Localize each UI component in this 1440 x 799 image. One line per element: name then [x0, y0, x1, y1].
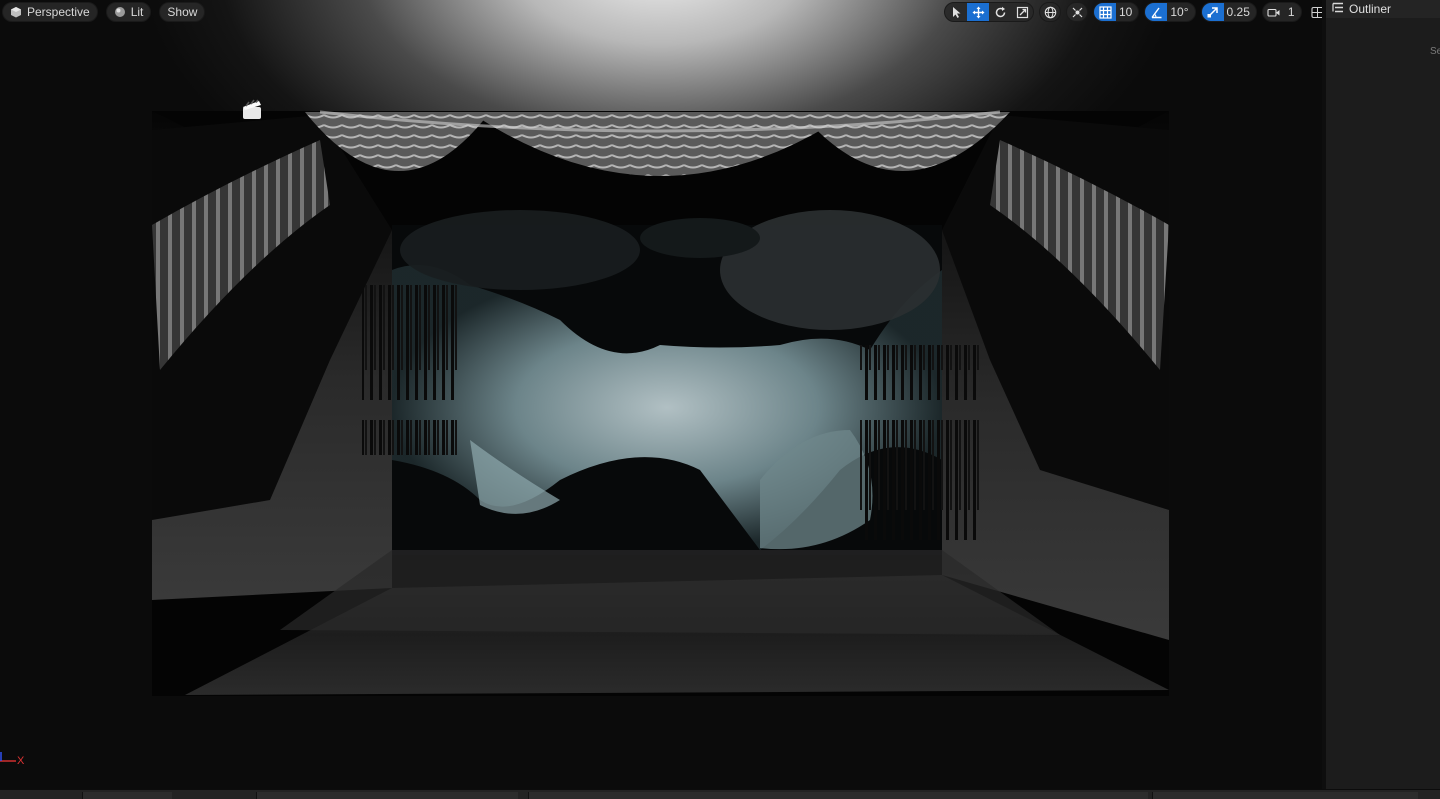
outliner-search-hint[interactable]: Se: [1430, 46, 1440, 57]
world-globe-icon: [1044, 6, 1056, 18]
scale-snap-toggle[interactable]: [1201, 3, 1224, 21]
scale-snap-group[interactable]: 0.25: [1200, 2, 1257, 22]
lighting-mode-label: Lit: [130, 5, 144, 19]
viewport-left-toolbar: Perspective Lit Show: [2, 2, 206, 22]
bottom-status-bar: [0, 789, 1440, 799]
outliner-panel: Outliner Se: [1322, 0, 1440, 789]
grid-snap-group[interactable]: 10: [1093, 2, 1140, 22]
view-mode-label: Perspective: [27, 5, 90, 19]
rotation-snap-group[interactable]: 10°: [1144, 2, 1196, 22]
show-label: Show: [167, 5, 198, 19]
grid-snap-value[interactable]: 10: [1116, 5, 1138, 19]
surface-snap-toggle[interactable]: [1066, 2, 1088, 22]
status-segment: [82, 792, 172, 799]
rotate-tool-button[interactable]: [989, 3, 1011, 21]
outliner-tab[interactable]: Outliner: [1326, 0, 1440, 18]
view-mode-button[interactable]: Perspective: [2, 2, 98, 22]
sequencer-clapper-icon[interactable]: [241, 99, 263, 121]
viewport-right-toolbar: 10 10° 0.25 1: [944, 2, 1322, 22]
camera-speed-icon: [1267, 8, 1280, 17]
grid-snap-icon: [1098, 5, 1112, 19]
rotation-snap-icon: [1151, 7, 1162, 18]
translate-tool-button[interactable]: [967, 3, 989, 21]
translate-icon: [972, 6, 984, 18]
outliner-body: Se: [1326, 18, 1440, 789]
lighting-mode-button[interactable]: Lit: [105, 2, 152, 22]
show-menu-button[interactable]: Show: [159, 2, 206, 22]
viewport-layout-icon: [1311, 6, 1322, 18]
axis-x-label: X: [17, 755, 25, 767]
status-segment: [1152, 792, 1418, 799]
scale-snap-value[interactable]: 0.25: [1224, 5, 1256, 19]
scale-icon: [1016, 6, 1028, 18]
status-segment: [528, 792, 1148, 799]
surface-snap-icon: [1072, 7, 1082, 17]
level-viewport[interactable]: Perspective Lit Show 10 10° 0.25 1 X: [0, 0, 1322, 789]
camera-speed-group[interactable]: 1: [1261, 2, 1302, 22]
rotation-snap-value[interactable]: 10°: [1167, 5, 1194, 19]
camera-speed-value[interactable]: 1: [1285, 5, 1301, 19]
outliner-title: Outliner: [1349, 2, 1392, 16]
transform-tools-group: [944, 2, 1034, 22]
rotation-snap-toggle[interactable]: [1145, 3, 1168, 21]
grid-snap-toggle[interactable]: [1094, 3, 1116, 21]
outliner-list-icon: [1332, 2, 1344, 16]
select-tool-button[interactable]: [945, 3, 967, 21]
axis-gizmo: X: [0, 752, 30, 772]
perspective-cube-icon: [10, 6, 22, 18]
lit-sphere-icon: [114, 6, 126, 18]
status-segment: [256, 792, 518, 799]
select-arrow-icon: [952, 6, 960, 18]
scale-snap-icon: [1207, 6, 1218, 18]
stage-scene: [152, 110, 1169, 696]
world-local-toggle[interactable]: [1039, 2, 1061, 22]
scale-tool-button[interactable]: [1011, 3, 1033, 21]
rotate-icon: [995, 6, 1005, 17]
camera-speed-button[interactable]: [1263, 3, 1285, 21]
viewport-layout-button[interactable]: [1307, 2, 1322, 22]
